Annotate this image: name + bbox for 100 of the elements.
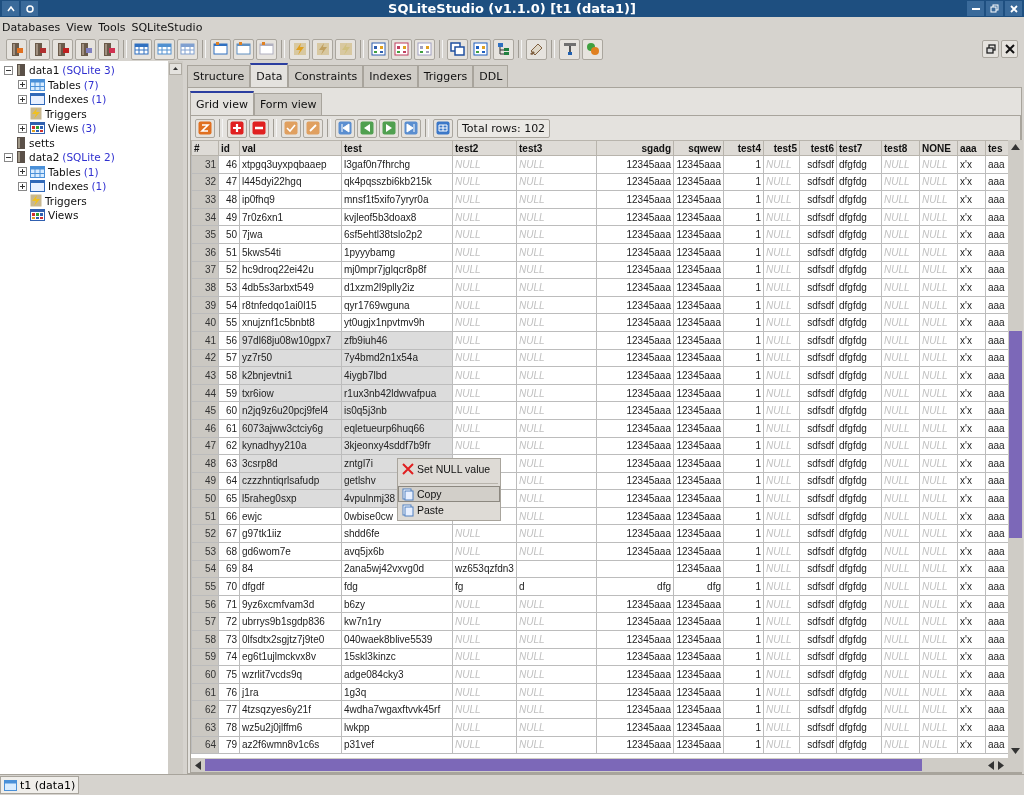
table-cell: NULL bbox=[452, 331, 517, 350]
pin-button[interactable] bbox=[21, 1, 38, 16]
toolbar-button[interactable] bbox=[526, 38, 547, 60]
toolbar-button[interactable] bbox=[357, 118, 377, 138]
toolbar-button[interactable] bbox=[559, 38, 580, 60]
menu-item[interactable]: Copy bbox=[398, 486, 500, 502]
tree-item[interactable]: Tables bbox=[48, 165, 81, 178]
toolbar-button[interactable] bbox=[379, 118, 399, 138]
tab[interactable]: Data bbox=[250, 63, 289, 87]
tree-item[interactable]: Views bbox=[48, 122, 79, 135]
toolbar-button[interactable] bbox=[401, 118, 421, 138]
table-cell: NULL bbox=[881, 296, 920, 314]
restore-button[interactable] bbox=[982, 40, 999, 58]
down-arrow-icon[interactable] bbox=[1011, 748, 1020, 754]
taskbar-button[interactable]: t1 (data1) bbox=[0, 776, 80, 794]
menu-item[interactable]: View bbox=[64, 20, 97, 34]
close-button[interactable] bbox=[1001, 40, 1018, 58]
left-arrow-icon[interactable] bbox=[988, 760, 994, 770]
column-header[interactable]: test2 bbox=[452, 140, 517, 156]
expand-toggle-icon[interactable] bbox=[18, 181, 27, 191]
column-header[interactable]: sqwew bbox=[673, 140, 724, 156]
column-header[interactable]: # bbox=[191, 140, 219, 156]
toolbar-button[interactable] bbox=[433, 118, 453, 138]
menu-item[interactable]: Databases bbox=[0, 20, 65, 34]
circle-icon bbox=[25, 4, 34, 13]
toolbar-button[interactable] bbox=[75, 38, 96, 60]
column-header[interactable]: tes bbox=[985, 140, 1008, 156]
column-header[interactable]: test4 bbox=[723, 140, 764, 156]
table-cell: NULL bbox=[452, 261, 517, 279]
table-cell: x'x bbox=[957, 736, 986, 754]
tab[interactable]: Grid view bbox=[190, 91, 254, 115]
tab[interactable]: Form view bbox=[253, 93, 323, 115]
table-cell: dfgfdg bbox=[836, 472, 882, 490]
left-arrow-icon[interactable] bbox=[195, 760, 201, 770]
toolbar-button[interactable] bbox=[233, 38, 254, 60]
tab[interactable]: Constraints bbox=[288, 65, 364, 87]
column-header[interactable]: test8 bbox=[881, 140, 920, 156]
scrollbar[interactable] bbox=[1008, 140, 1023, 758]
right-arrow-icon[interactable] bbox=[998, 760, 1004, 770]
table-cell: hc9droq22ei42u bbox=[239, 261, 342, 279]
expand-toggle-icon[interactable] bbox=[4, 65, 13, 75]
tree-item[interactable]: setts bbox=[29, 136, 55, 149]
tree-item[interactable]: Triggers bbox=[45, 107, 87, 120]
restore-button[interactable] bbox=[986, 1, 1003, 16]
toolbar-button[interactable] bbox=[131, 38, 152, 60]
toolbar-button[interactable] bbox=[368, 38, 389, 60]
window-menu-button[interactable] bbox=[2, 1, 19, 16]
tree-item[interactable]: Views bbox=[48, 209, 79, 222]
column-header[interactable]: test3 bbox=[516, 140, 597, 156]
tab[interactable]: Indexes bbox=[363, 65, 418, 87]
scrollbar[interactable] bbox=[191, 758, 1008, 772]
expand-toggle-icon[interactable] bbox=[18, 123, 27, 133]
tree-item[interactable]: Indexes bbox=[48, 93, 89, 106]
scrollbar[interactable] bbox=[168, 61, 183, 774]
toolbar-button[interactable] bbox=[29, 38, 50, 60]
tree-item[interactable]: Indexes bbox=[48, 180, 89, 193]
table-cell: wz653qzfdn3 bbox=[452, 560, 517, 578]
column-header[interactable]: test7 bbox=[836, 140, 882, 156]
toolbar-button[interactable] bbox=[210, 38, 231, 60]
minimize-button[interactable] bbox=[967, 1, 984, 16]
expand-toggle-icon[interactable] bbox=[18, 167, 27, 177]
toolbar-button[interactable] bbox=[335, 118, 355, 138]
table-cell: 1 bbox=[723, 261, 764, 279]
column-header[interactable]: val bbox=[239, 140, 342, 156]
tree-item[interactable]: Triggers bbox=[45, 194, 87, 207]
table-cell: dfgfdg bbox=[836, 313, 882, 332]
tab[interactable]: Triggers bbox=[417, 65, 474, 87]
tab[interactable]: Structure bbox=[187, 65, 251, 87]
expand-toggle-icon[interactable] bbox=[18, 80, 27, 90]
column-header[interactable]: aaa bbox=[957, 140, 986, 156]
toolbar-button[interactable] bbox=[52, 38, 73, 60]
column-header[interactable]: NONE bbox=[919, 140, 958, 156]
toolbar-button[interactable] bbox=[447, 38, 468, 60]
up-arrow-icon[interactable] bbox=[1011, 144, 1020, 150]
table-cell: 1 bbox=[723, 524, 764, 543]
toolbar-button[interactable] bbox=[391, 38, 412, 60]
table-cell: 62 bbox=[218, 437, 240, 455]
tree-item[interactable]: Tables bbox=[48, 78, 81, 91]
table-cell: x'x bbox=[957, 683, 986, 701]
column-header[interactable]: test5 bbox=[763, 140, 800, 156]
expand-toggle-icon[interactable] bbox=[18, 94, 27, 104]
toolbar-button[interactable] bbox=[493, 38, 514, 60]
menu-item[interactable]: Tools bbox=[96, 20, 130, 34]
table-cell: 57 bbox=[218, 349, 240, 367]
toolbar-button[interactable] bbox=[98, 38, 119, 60]
table-cell: 12345aaa bbox=[673, 507, 724, 525]
menu-item[interactable]: SQLiteStudio bbox=[129, 20, 207, 34]
table-cell: NULL bbox=[763, 437, 800, 455]
tree-item[interactable]: data1 bbox=[29, 64, 60, 77]
column-header[interactable]: test6 bbox=[799, 140, 837, 156]
column-header[interactable]: test bbox=[341, 140, 453, 156]
column-header[interactable]: sgadg bbox=[596, 140, 674, 156]
toolbar-button[interactable] bbox=[227, 118, 247, 138]
expand-toggle-icon[interactable] bbox=[4, 152, 13, 162]
toolbar-button[interactable] bbox=[470, 38, 491, 60]
column-header[interactable]: id bbox=[218, 140, 240, 156]
tab[interactable]: DDL bbox=[473, 65, 509, 87]
toolbar-button[interactable] bbox=[6, 38, 27, 60]
toolbar-button[interactable] bbox=[249, 118, 269, 138]
tree-item[interactable]: data2 bbox=[29, 151, 60, 164]
